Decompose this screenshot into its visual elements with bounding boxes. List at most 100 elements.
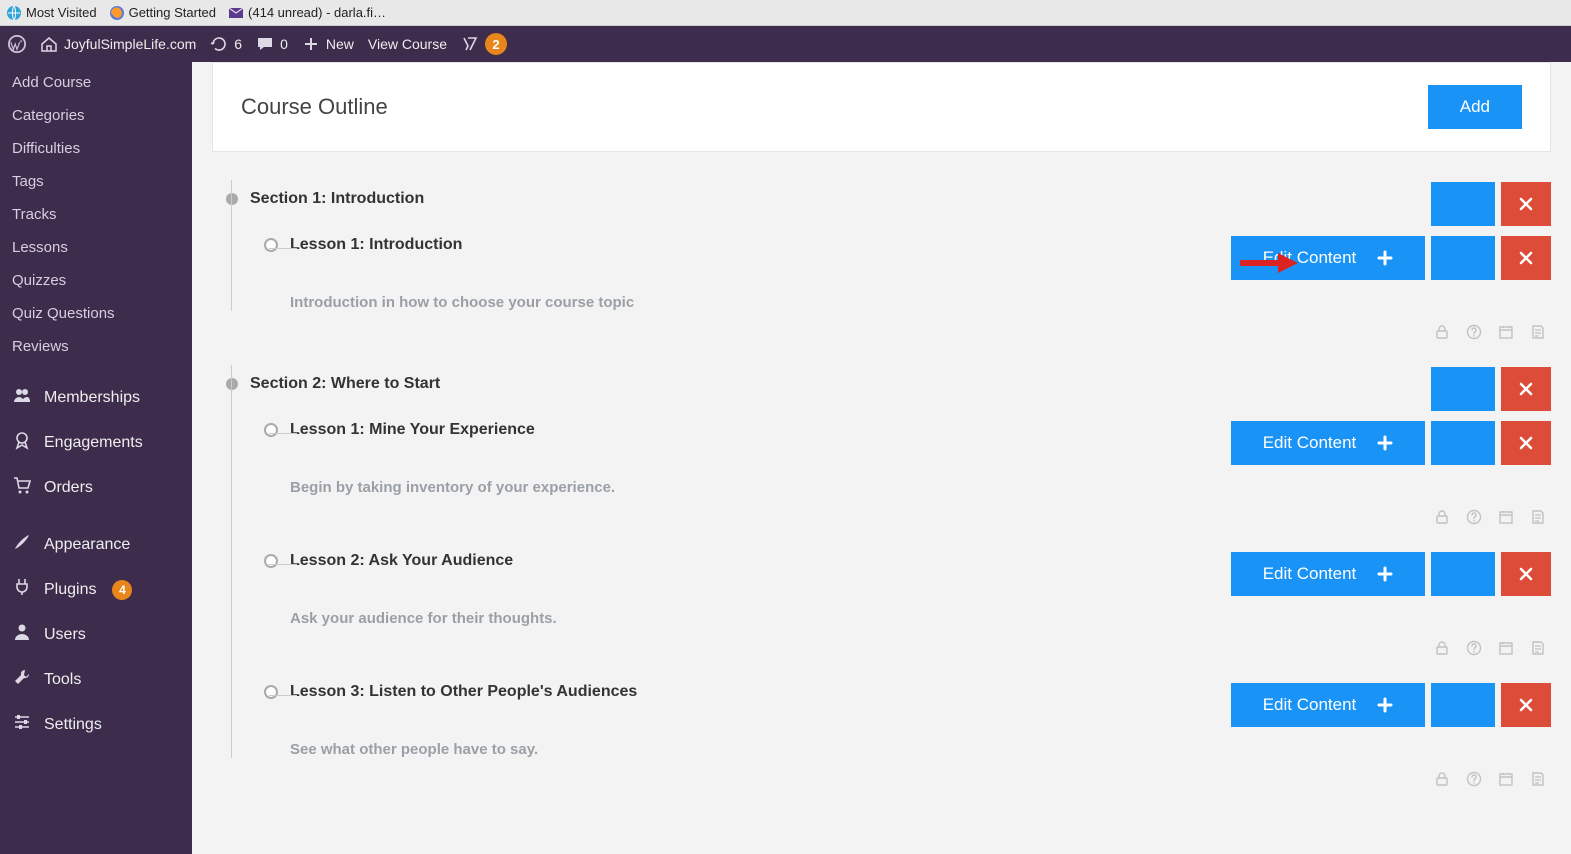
lesson-meta-icons [264, 633, 1551, 657]
lesson-title: Lesson 1: Introduction [264, 236, 462, 254]
wp-admin-bar: JoyfulSimpleLife.com 6 0 New View Course… [0, 26, 1571, 62]
calendar-icon[interactable] [1497, 639, 1515, 657]
sidebar-item[interactable]: Tools [0, 657, 192, 702]
brush-icon [12, 532, 32, 557]
note-icon[interactable] [1529, 508, 1547, 526]
help-icon[interactable] [1465, 323, 1483, 341]
section-delete-button[interactable] [1501, 367, 1551, 411]
calendar-icon[interactable] [1497, 323, 1515, 341]
bookmark-getting-started[interactable]: Getting Started [109, 5, 216, 21]
sidebar-item[interactable]: Plugins4 [0, 567, 192, 612]
tree-connector-icon [269, 695, 297, 696]
sliders-icon [12, 712, 32, 737]
lesson-description: Ask your audience for their thoughts. [290, 610, 1551, 627]
sidebar-item[interactable]: Settings [0, 702, 192, 747]
sidebar-item[interactable]: Engagements [0, 420, 192, 465]
note-icon[interactable] [1529, 323, 1547, 341]
sidebar-subitem[interactable]: Lessons [0, 231, 192, 264]
sidebar-subitem[interactable]: Add Course [0, 66, 192, 99]
section-row: Section 2: Where to Start [226, 367, 1551, 411]
sidebar-item[interactable]: Appearance [0, 522, 192, 567]
lesson-delete-button[interactable] [1501, 421, 1551, 465]
lock-icon[interactable] [1433, 508, 1451, 526]
lock-icon[interactable] [1433, 770, 1451, 788]
person-icon [12, 622, 32, 647]
lesson-title: Lesson 1: Mine Your Experience [264, 421, 535, 439]
sidebar-subitem[interactable]: Categories [0, 99, 192, 132]
panel-title: Course Outline [241, 94, 388, 120]
edit-content-button[interactable]: Edit Content [1231, 552, 1425, 596]
add-button[interactable]: Add [1428, 85, 1522, 129]
adminbar-comments[interactable]: 0 [256, 35, 288, 53]
section-title: Section 1: Introduction [226, 182, 424, 208]
lesson-row: Lesson 1: Introduction Edit Content [264, 236, 1551, 280]
note-icon[interactable] [1529, 639, 1547, 657]
edit-content-button[interactable]: Edit Content [1231, 421, 1425, 465]
sidebar-subitem[interactable]: Tracks [0, 198, 192, 231]
adminbar-new-label: New [326, 36, 354, 52]
adminbar-yoast[interactable]: 2 [461, 33, 507, 55]
lesson-delete-button[interactable] [1501, 552, 1551, 596]
lesson-group: Lesson 1: Mine Your Experience Edit Conte… [264, 421, 1551, 526]
sidebar-subitem[interactable]: Difficulties [0, 132, 192, 165]
sidebar-subitem[interactable]: Tags [0, 165, 192, 198]
lesson-delete-button[interactable] [1501, 683, 1551, 727]
sidebar-item[interactable]: Memberships [0, 375, 192, 420]
section-delete-button[interactable] [1501, 182, 1551, 226]
lock-icon[interactable] [1433, 639, 1451, 657]
lesson-row: Lesson 1: Mine Your Experience Edit Conte… [264, 421, 1551, 465]
edit-content-button[interactable]: Edit Content [1231, 683, 1425, 727]
content-area: Course Outline Add Section 1: Introducti… [192, 62, 1571, 854]
section-dot-icon [226, 378, 238, 390]
lesson-settings-button[interactable] [1431, 683, 1495, 727]
sidebar-subitem[interactable]: Quizzes [0, 264, 192, 297]
bookmark-label: (414 unread) - darla.fi… [248, 5, 386, 20]
lock-icon[interactable] [1433, 323, 1451, 341]
lesson-settings-button[interactable] [1431, 236, 1495, 280]
medal-icon [12, 430, 32, 455]
calendar-icon[interactable] [1497, 508, 1515, 526]
section-dot-icon [226, 193, 238, 205]
sidebar-subitem[interactable]: Reviews [0, 330, 192, 363]
section-settings-button[interactable] [1431, 182, 1495, 226]
section-settings-button[interactable] [1431, 367, 1495, 411]
wordpress-logo-icon[interactable] [8, 35, 26, 53]
bookmark-most-visited[interactable]: Most Visited [6, 5, 97, 21]
help-icon[interactable] [1465, 639, 1483, 657]
lesson-settings-button[interactable] [1431, 421, 1495, 465]
adminbar-new[interactable]: New [302, 35, 354, 53]
lesson-title: Lesson 3: Listen to Other People's Audie… [264, 683, 637, 701]
sidebar-item[interactable]: Orders [0, 465, 192, 510]
lesson-circle-icon [264, 685, 278, 699]
sidebar-badge: 4 [112, 580, 132, 600]
adminbar-view-course[interactable]: View Course [368, 36, 447, 52]
browser-bookmark-bar: Most Visited Getting Started (414 unread… [0, 0, 1571, 26]
firefox-icon [109, 5, 125, 21]
adminbar-site[interactable]: JoyfulSimpleLife.com [40, 35, 196, 53]
section-row: Section 1: Introduction [226, 182, 1551, 226]
lesson-title: Lesson 2: Ask Your Audience [264, 552, 513, 570]
lesson-group: Lesson 2: Ask Your AudienceEdit Content … [264, 552, 1551, 657]
globe-icon [6, 5, 22, 21]
lesson-description: Introduction in how to choose your cours… [290, 294, 1551, 311]
mail-icon [228, 5, 244, 21]
sidebar-item[interactable]: Users [0, 612, 192, 657]
bookmark-mail[interactable]: (414 unread) - darla.fi… [228, 5, 386, 21]
help-icon[interactable] [1465, 508, 1483, 526]
adminbar-refresh[interactable]: 6 [210, 35, 242, 53]
lesson-settings-button[interactable] [1431, 552, 1495, 596]
lesson-delete-button[interactable] [1501, 236, 1551, 280]
lesson-block: Lesson 1: Introduction Edit Content Intro… [226, 236, 1551, 341]
sidebar-subitem[interactable]: Quiz Questions [0, 297, 192, 330]
home-icon [40, 35, 58, 53]
sidebar-item-label: Settings [44, 716, 102, 734]
sidebar-item-label: Engagements [44, 434, 143, 452]
wrench-icon [12, 667, 32, 692]
edit-content-button[interactable]: Edit Content [1231, 236, 1425, 280]
lesson-description: See what other people have to say. [290, 741, 1551, 758]
adminbar-comments-count: 0 [280, 36, 288, 52]
help-icon[interactable] [1465, 770, 1483, 788]
note-icon[interactable] [1529, 770, 1547, 788]
lesson-group: Lesson 1: Introduction Edit Content Intro… [264, 236, 1551, 341]
calendar-icon[interactable] [1497, 770, 1515, 788]
